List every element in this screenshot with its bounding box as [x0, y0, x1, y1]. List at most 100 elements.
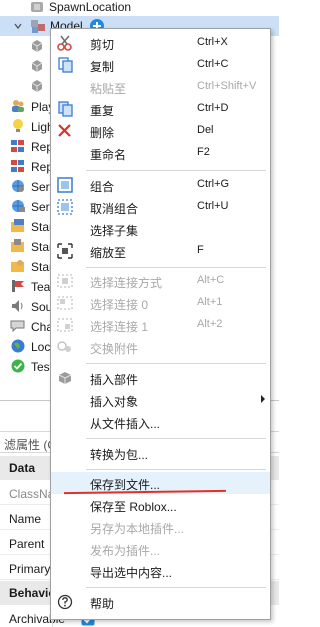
tree-item-spawnlocation[interactable]: SpawnLocation [0, 0, 279, 17]
menu-item-select-children[interactable]: 选择子集 [51, 218, 270, 240]
chat-icon [10, 320, 25, 333]
part-icon [31, 80, 43, 92]
tree-item-label: SpawnLocation [49, 0, 132, 14]
menu-item-label: 插入对象 [90, 395, 139, 409]
menu-item-label: 导出选中内容... [90, 566, 173, 580]
lighting-icon [13, 119, 23, 132]
server-script-service-icon [12, 180, 24, 192]
chevron-down-icon[interactable] [13, 21, 23, 31]
insert-part-icon [58, 372, 72, 384]
group-icon [57, 177, 73, 193]
menu-item-swap-attachments[interactable]: 交换附件 [51, 336, 270, 358]
scissors-icon [57, 35, 72, 51]
properties-filter-placeholder: 滤属性 (C [4, 438, 56, 452]
tree-item-label: Loc [31, 340, 51, 354]
menu-item-rename[interactable]: 重命名 F2 [51, 142, 270, 164]
part-icon [31, 40, 43, 52]
replicated-first-icon [11, 140, 24, 152]
select-connections-icon [57, 274, 73, 288]
menu-item-label: 另存为本地插件... [90, 522, 185, 536]
select-connection-0-icon [57, 296, 73, 310]
ungroup-icon [57, 199, 73, 215]
swap-attachments-icon [57, 341, 71, 352]
menu-item-shortcut: Ctrl+X [197, 36, 228, 48]
menu-item-shortcut: Ctrl+D [197, 102, 229, 114]
starter-gui-icon [11, 219, 24, 232]
menu-item-export-selection[interactable]: 导出选中内容... [51, 560, 270, 582]
part-icon [31, 60, 43, 72]
menu-item-shortcut: Del [197, 124, 214, 136]
menu-separator [86, 170, 266, 171]
menu-item-delete[interactable]: 删除 Del [51, 120, 270, 142]
context-menu: 剪切 Ctrl+X 复制 Ctrl+C 粘贴至 Ctrl+Shift+V 重复 … [50, 28, 271, 620]
menu-item-label: 选择连接 0 [90, 298, 149, 312]
menu-separator [86, 469, 266, 470]
menu-item-save-to-roblox[interactable]: 保存至 Roblox... [51, 494, 270, 516]
menu-item-label: 取消组合 [90, 202, 139, 216]
menu-item-help[interactable]: 帮助 [51, 591, 270, 613]
menu-item-shortcut: F2 [197, 146, 210, 158]
menu-item-label: 重命名 [90, 148, 127, 162]
submenu-arrow-icon [261, 395, 265, 403]
help-icon [57, 594, 73, 610]
menu-item-ungroup[interactable]: 取消组合 Ctrl+U [51, 196, 270, 218]
menu-item-zoom-to[interactable]: 缩放至 F [51, 240, 270, 262]
section-header-label: Behavio [9, 586, 56, 600]
menu-item-label: 转换为包... [90, 448, 149, 462]
replicated-storage-icon [11, 160, 24, 172]
menu-item-shortcut: Ctrl+U [197, 200, 229, 212]
menu-item-label: 插入部件 [90, 373, 139, 387]
menu-separator [86, 267, 266, 268]
menu-item-paste-into[interactable]: 粘贴至 Ctrl+Shift+V [51, 76, 270, 98]
zoom-to-icon [57, 243, 73, 259]
property-name: ClassNa [9, 487, 55, 501]
menu-item-insert-part[interactable]: 插入部件 [51, 367, 270, 389]
property-name: Name [9, 512, 42, 526]
players-icon [12, 100, 24, 112]
menu-item-shortcut: Alt+C [197, 274, 225, 286]
menu-item-label: 选择连接方式 [90, 276, 163, 290]
menu-item-label: 选择连接 1 [90, 320, 149, 334]
sound-service-icon [12, 300, 23, 312]
menu-item-shortcut: F [197, 244, 204, 256]
menu-item-label: 保存至 Roblox... [90, 500, 177, 514]
section-header-label: Data [9, 461, 36, 475]
property-name: Primary [9, 562, 51, 576]
delete-x-icon [58, 124, 71, 137]
menu-item-label: 帮助 [90, 597, 115, 611]
menu-item-shortcut: Ctrl+C [197, 58, 229, 70]
spawn-location-icon [31, 2, 43, 12]
menu-item-select-connection-0[interactable]: 选择连接 0 Alt+1 [51, 292, 270, 314]
menu-item-cut[interactable]: 剪切 Ctrl+X [51, 32, 270, 54]
menu-item-label: 交换附件 [90, 342, 139, 356]
menu-item-group[interactable]: 组合 Ctrl+G [51, 174, 270, 196]
localization-icon [11, 339, 25, 353]
teams-icon [12, 280, 24, 292]
property-name: Parent [9, 537, 45, 551]
menu-item-shortcut: Alt+2 [197, 318, 223, 330]
copy-icon [58, 57, 73, 73]
select-connection-1-icon [57, 318, 73, 332]
menu-item-select-connection-1[interactable]: 选择连接 1 Alt+2 [51, 314, 270, 336]
menu-item-label: 重复 [90, 104, 115, 118]
menu-item-label: 从文件插入... [90, 417, 161, 431]
menu-item-duplicate[interactable]: 重复 Ctrl+D [51, 98, 270, 120]
menu-item-label: 复制 [90, 60, 115, 74]
menu-item-save-as-local-plugin[interactable]: 另存为本地插件... [51, 516, 270, 538]
server-storage-icon [12, 200, 25, 212]
starter-player-icon [11, 260, 24, 272]
menu-item-label: 剪切 [90, 38, 115, 52]
model-icon [31, 20, 45, 33]
menu-item-insert-from-file[interactable]: 从文件插入... [51, 411, 270, 433]
check-icon [11, 359, 25, 373]
menu-item-convert-to-package[interactable]: 转换为包... [51, 442, 270, 464]
menu-item-publish-as-plugin[interactable]: 发布为插件... [51, 538, 270, 560]
duplicate-icon [58, 101, 73, 117]
menu-item-insert-object[interactable]: 插入对象 [51, 389, 270, 411]
menu-item-select-connections[interactable]: 选择连接方式 Alt+C [51, 270, 270, 292]
menu-separator [86, 363, 266, 364]
menu-item-label: 删除 [90, 126, 115, 140]
starter-pack-icon [11, 239, 24, 252]
menu-item-shortcut: Alt+1 [197, 296, 223, 308]
menu-item-copy[interactable]: 复制 Ctrl+C [51, 54, 270, 76]
